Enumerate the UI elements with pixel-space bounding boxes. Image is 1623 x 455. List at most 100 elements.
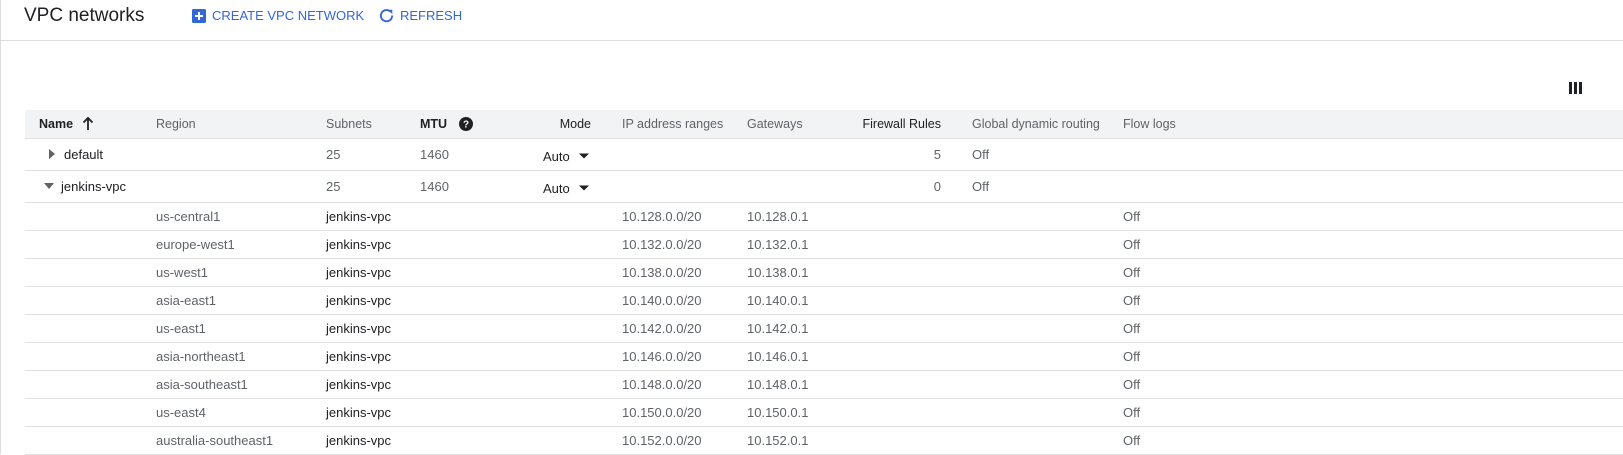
column-display-options-button[interactable] (1569, 81, 1582, 99)
network-row[interactable]: default 25 1460 Auto 5 Off (25, 138, 1623, 171)
subnet-ip-range: 10.152.0.0/20 (622, 432, 702, 448)
subnet-row[interactable]: asia-southeast1 jenkins-vpc 10.148.0.0/20 1… (25, 370, 1623, 399)
column-header-mtu[interactable]: MTU ? (420, 110, 474, 138)
subnet-network-link[interactable]: jenkins-vpc (326, 258, 391, 286)
subnet-row[interactable]: us-central1 jenkins-vpc 10.128.0.0/20 10.12… (25, 202, 1623, 231)
subnet-gateway: 10.140.0.1 (747, 292, 809, 308)
subnet-ip-range: 10.150.0.0/20 (622, 404, 702, 420)
subnet-region: us-west1 (156, 264, 209, 280)
triangle-right-icon[interactable] (47, 149, 57, 159)
column-header-ip-ranges[interactable]: IP address ranges (622, 110, 723, 138)
subnet-row[interactable]: asia-east1 jenkins-vpc 10.140.0.0/20 10.140… (25, 286, 1623, 315)
create-vpc-network-button[interactable]: CREATE VPC NETWORK (192, 8, 364, 23)
subnet-network-link[interactable]: jenkins-vpc (326, 202, 391, 230)
subnet-ip-range: 10.142.0.0/20 (622, 320, 702, 336)
subnet-ip-range: 10.128.0.0/20 (622, 208, 702, 224)
subnet-ip-range: 10.132.0.0/20 (622, 236, 702, 252)
refresh-button[interactable]: REFRESH (379, 8, 462, 23)
firewall-rules-count: 5 (933, 146, 941, 162)
network-row[interactable]: jenkins-vpc 25 1460 Auto 0 Off (25, 170, 1623, 203)
column-header-mtu-label: MTU (420, 117, 448, 131)
subnet-flow-logs: Off (1123, 208, 1141, 224)
mode-value: Auto (543, 148, 570, 164)
column-header-region[interactable]: Region (156, 110, 196, 138)
subnet-region: asia-northeast1 (156, 348, 246, 364)
subnet-row[interactable]: australia-southeast1 jenkins-vpc 10.152.0.… (25, 426, 1623, 455)
network-name[interactable]: default (64, 147, 103, 162)
subnet-gateway: 10.132.0.1 (747, 236, 809, 252)
subnet-gateway: 10.148.0.1 (747, 376, 809, 392)
subnet-gateway: 10.128.0.1 (747, 208, 809, 224)
subnets-count: 25 (326, 146, 341, 162)
subnet-flow-logs: Off (1123, 292, 1141, 308)
column-header-gateways[interactable]: Gateways (747, 110, 803, 138)
subnet-gateway: 10.152.0.1 (747, 432, 809, 448)
subnet-region: us-east1 (156, 320, 206, 336)
subnet-region: europe-west1 (156, 236, 235, 252)
subnet-row[interactable]: asia-northeast1 jenkins-vpc 10.146.0.0/20 1… (25, 342, 1623, 371)
subnet-ip-range: 10.138.0.0/20 (622, 264, 702, 280)
subnet-network-link[interactable]: jenkins-vpc (326, 286, 391, 314)
column-header-global-routing[interactable]: Global dynamic routing (972, 110, 1100, 138)
dropdown-icon (578, 185, 589, 191)
subnet-region: asia-southeast1 (156, 376, 248, 392)
subnet-flow-logs: Off (1123, 432, 1141, 448)
subnet-flow-logs: Off (1123, 320, 1141, 336)
subnet-region: asia-east1 (156, 292, 216, 308)
page-left-border (0, 0, 1, 454)
mode-value: Auto (543, 180, 570, 196)
arrow-up-icon (82, 117, 94, 130)
refresh-icon (379, 9, 394, 23)
column-header-mode[interactable]: Mode (541, 110, 591, 138)
column-header-name-label: Name (39, 117, 74, 131)
refresh-label: REFRESH (400, 8, 463, 23)
add-box-icon (192, 8, 206, 23)
page-header: VPC networks CREATE VPC NETWORK REFRESH (0, 0, 1623, 41)
subnet-row[interactable]: europe-west1 jenkins-vpc 10.132.0.0/20 10.1… (25, 230, 1623, 259)
subnet-network-link[interactable]: jenkins-vpc (326, 230, 391, 258)
column-display-icon (1569, 82, 1582, 94)
subnet-row[interactable]: us-west1 jenkins-vpc 10.138.0.0/20 10.138.0… (25, 258, 1623, 287)
subnet-gateway: 10.142.0.1 (747, 320, 809, 336)
subnet-flow-logs: Off (1123, 236, 1141, 252)
global-routing-value: Off (972, 178, 990, 194)
column-header-firewall-rules[interactable]: Firewall Rules (841, 110, 942, 138)
subnet-network-link[interactable]: jenkins-vpc (326, 398, 391, 426)
subnet-flow-logs: Off (1123, 376, 1141, 392)
subnet-network-link[interactable]: jenkins-vpc (326, 342, 391, 370)
column-header-subnets[interactable]: Subnets (326, 110, 372, 138)
subnet-network-link[interactable]: jenkins-vpc (326, 370, 391, 398)
create-vpc-network-label: CREATE VPC NETWORK (212, 8, 365, 23)
column-header-flow-logs[interactable]: Flow logs (1123, 110, 1176, 138)
mode-dropdown[interactable]: Auto (543, 149, 590, 164)
subnet-gateway: 10.146.0.1 (747, 348, 809, 364)
subnet-row[interactable]: us-east1 jenkins-vpc 10.142.0.0/20 10.142.0… (25, 314, 1623, 343)
mtu-value: 1460 (420, 178, 449, 194)
subnet-region: australia-southeast1 (156, 432, 274, 448)
subnet-network-link[interactable]: jenkins-vpc (326, 314, 391, 342)
network-name-cell[interactable]: default (47, 138, 103, 170)
subnet-ip-range: 10.148.0.0/20 (622, 376, 702, 392)
network-name-cell[interactable]: jenkins-vpc (44, 170, 126, 202)
triangle-down-icon[interactable] (44, 181, 54, 191)
subnets-count: 25 (326, 178, 341, 194)
subnet-ip-range: 10.146.0.0/20 (622, 348, 702, 364)
table-header-row: Name Region Subnets MTU ? Mode IP addres… (25, 110, 1623, 139)
help-icon[interactable]: ? (459, 117, 474, 131)
subnet-row[interactable]: us-east4 jenkins-vpc 10.150.0.0/20 10.150.0… (25, 398, 1623, 427)
firewall-rules-count: 0 (933, 178, 941, 194)
subnet-network-link[interactable]: jenkins-vpc (326, 426, 391, 454)
mtu-value: 1460 (420, 146, 449, 162)
column-header-name[interactable]: Name (39, 110, 94, 138)
global-routing-value: Off (972, 146, 990, 162)
subnet-flow-logs: Off (1123, 404, 1141, 420)
subnet-gateway: 10.138.0.1 (747, 264, 809, 280)
network-name[interactable]: jenkins-vpc (61, 179, 126, 194)
mode-cell: Auto (543, 140, 590, 172)
mode-dropdown[interactable]: Auto (543, 181, 590, 196)
subnet-flow-logs: Off (1123, 264, 1141, 280)
page-title: VPC networks (24, 5, 145, 26)
subnet-ip-range: 10.140.0.0/20 (622, 292, 702, 308)
svg-text:?: ? (463, 120, 469, 131)
subnet-region: us-central1 (156, 208, 221, 224)
